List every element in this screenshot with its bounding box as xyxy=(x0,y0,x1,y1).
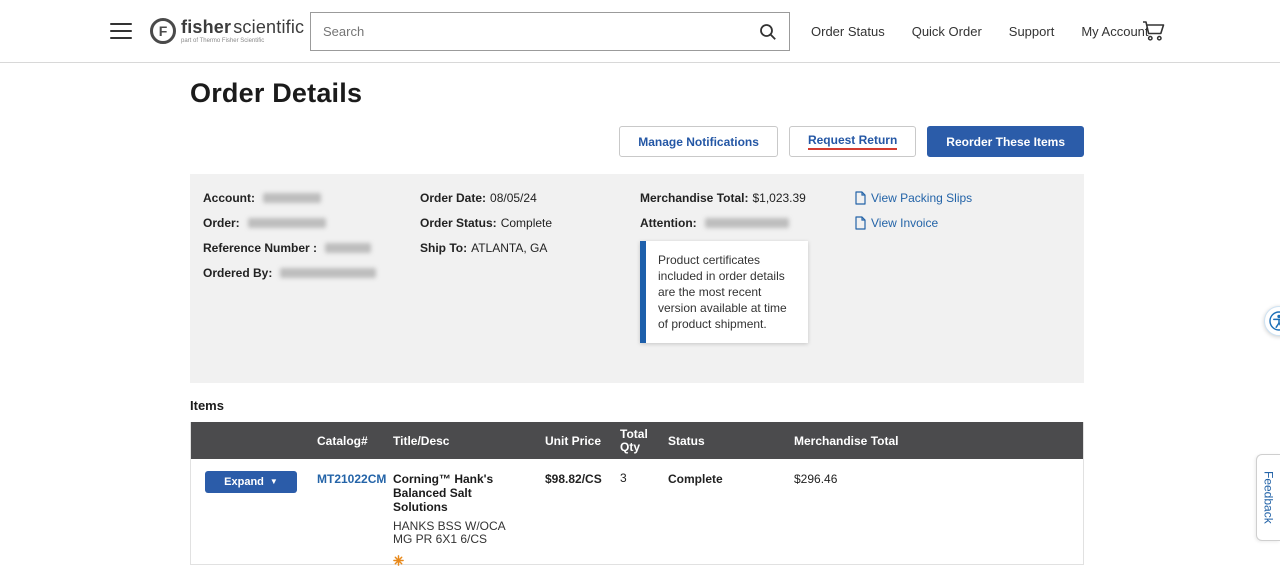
merchandise-total-cell: $296.46 xyxy=(794,472,838,486)
logo-text: fisher scientific part of Thermo Fisher S… xyxy=(181,18,304,44)
feedback-tab[interactable]: Feedback xyxy=(1256,454,1280,541)
search-input[interactable] xyxy=(311,24,753,39)
catalog-cell: MT21022CM xyxy=(315,459,391,564)
document-icon xyxy=(855,215,866,230)
reorder-these-items-button[interactable]: Reorder These Items xyxy=(927,126,1084,157)
search-box xyxy=(310,12,790,51)
expand-label: Expand xyxy=(224,476,264,488)
view-packing-slips-label: View Packing Slips xyxy=(871,190,973,205)
expand-button[interactable]: Expand ▼ xyxy=(205,471,297,493)
reference-redacted-value xyxy=(325,242,372,253)
product-certificates-note: Product certificates included in order d… xyxy=(640,241,808,343)
logo-brand-line: fisher scientific xyxy=(181,18,304,36)
attention-row: Attention: xyxy=(640,210,808,235)
col-header-merchandise-total: Merchandise Total xyxy=(794,433,899,448)
product-title: Corning™ Hank's Balanced Salt Solutions xyxy=(393,472,494,514)
summary-column-order-info: Order Date: 08/05/24 Order Status: Compl… xyxy=(420,185,552,260)
account-row: Account: xyxy=(203,185,376,210)
col-header-catalog: Catalog# xyxy=(317,433,368,448)
order-date-row: Order Date: 08/05/24 xyxy=(420,185,552,210)
view-invoice-link[interactable]: View Invoice xyxy=(855,210,972,235)
order-status-value: Complete xyxy=(500,215,553,230)
feedback-label: Feedback xyxy=(1261,471,1276,524)
nav-quick-order[interactable]: Quick Order xyxy=(912,24,982,39)
attention-redacted-value xyxy=(704,217,789,228)
reorder-label: Reorder These Items xyxy=(946,134,1065,149)
ship-to-label: Ship To: xyxy=(420,240,468,255)
col-header-unit-price: Unit Price xyxy=(545,433,602,448)
chevron-down-icon: ▼ xyxy=(269,477,278,486)
col-header-status: Status xyxy=(668,433,705,448)
logo-f-icon: F xyxy=(150,18,176,44)
nav-order-status[interactable]: Order Status xyxy=(811,24,885,39)
reference-number-row: Reference Number : xyxy=(203,235,376,260)
magnifier-glyph xyxy=(760,23,776,40)
order-date-value: 08/05/24 xyxy=(490,190,537,205)
catalog-number-link[interactable]: MT21022CM xyxy=(317,472,386,486)
nav-my-account[interactable]: My Account xyxy=(1081,24,1148,39)
attention-label: Attention: xyxy=(640,215,697,230)
ordered-by-redacted-value xyxy=(280,267,377,278)
account-label: Account: xyxy=(203,190,255,205)
order-label: Order: xyxy=(203,215,240,230)
expand-cell: Expand ▼ xyxy=(191,459,315,564)
nav-support[interactable]: Support xyxy=(1009,24,1055,39)
col-header-total-qty: Total Qty xyxy=(620,426,648,454)
title-desc-cell: Corning™ Hank's Balanced Salt Solutions … xyxy=(391,459,543,566)
account-redacted-value xyxy=(263,192,321,203)
manage-notifications-button[interactable]: Manage Notifications xyxy=(619,126,778,157)
summary-column-account: Account: Order: Reference Number : Order… xyxy=(203,185,377,285)
top-navigation-bar: F fisher scientific part of Thermo Fisher… xyxy=(0,0,1280,63)
logo-brand-secondary: scientific xyxy=(233,17,305,37)
order-redacted-value xyxy=(247,217,326,228)
order-summary-panel: Account: Order: Reference Number : Order… xyxy=(190,174,1084,383)
order-status-label: Order Status: xyxy=(420,215,497,230)
items-table-header: Catalog# Title/Desc Unit Price Total Qty… xyxy=(191,422,1083,459)
total-qty-cell: 3 xyxy=(620,471,627,485)
order-date-label: Order Date: xyxy=(420,190,487,205)
ordered-by-row: Ordered By: xyxy=(203,260,377,285)
logo-tagline: part of Thermo Fisher Scientific xyxy=(181,38,265,44)
reference-label: Reference Number : xyxy=(203,240,318,255)
search-icon[interactable] xyxy=(753,23,789,41)
order-number-row: Order: xyxy=(203,210,376,235)
summary-column-totals: Merchandise Total: $1,023.39 Attention: … xyxy=(640,185,808,343)
summary-column-links: View Packing Slips View Invoice xyxy=(855,185,972,235)
request-return-label: Request Return xyxy=(807,133,898,150)
accessibility-widget-button[interactable] xyxy=(1264,306,1280,336)
ship-to-value: ATLANTA, GA xyxy=(471,240,548,255)
manage-notifications-label: Manage Notifications xyxy=(638,134,759,149)
items-table: Catalog# Title/Desc Unit Price Total Qty… xyxy=(190,422,1084,566)
merchandise-total-label: Merchandise Total: xyxy=(640,190,749,205)
accessibility-icon xyxy=(1269,311,1280,331)
fisher-scientific-logo[interactable]: F fisher scientific part of Thermo Fisher… xyxy=(150,18,304,44)
ordered-by-label: Ordered By: xyxy=(203,265,273,280)
page-title: Order Details xyxy=(190,78,363,108)
top-nav-links: Order Status Quick Order Support My Acco… xyxy=(811,0,1149,63)
merchandise-total-value: $1,023.39 xyxy=(752,190,806,205)
order-actions: Manage Notifications Request Return Reor… xyxy=(190,126,1084,157)
items-section-label: Items xyxy=(190,398,224,413)
request-return-button[interactable]: Request Return xyxy=(788,126,917,157)
cart-glyph xyxy=(1143,21,1165,41)
cart-icon[interactable] xyxy=(1142,20,1166,47)
col-header-title-desc: Title/Desc xyxy=(393,433,450,448)
document-icon xyxy=(855,190,866,205)
order-details-page: Order Details Manage Notifications Reque… xyxy=(190,63,1084,566)
view-invoice-label: View Invoice xyxy=(871,215,939,230)
merchandise-total-row: Merchandise Total: $1,023.39 xyxy=(640,185,808,210)
status-cell: Complete xyxy=(668,472,723,486)
ship-to-row: Ship To: ATLANTA, GA xyxy=(420,235,552,260)
product-description: HANKS BSS W/OCA MG PR 6X1 6/CS xyxy=(393,519,506,546)
logo-brand-primary: fisher xyxy=(181,17,232,37)
unit-price-cell: $98.82/CS xyxy=(545,472,602,486)
menu-icon[interactable] xyxy=(110,18,134,44)
table-row: Expand ▼ MT21022CM Corning™ Hank's Balan… xyxy=(191,459,1083,566)
view-packing-slips-link[interactable]: View Packing Slips xyxy=(855,185,972,210)
order-status-row: Order Status: Complete xyxy=(420,210,552,235)
